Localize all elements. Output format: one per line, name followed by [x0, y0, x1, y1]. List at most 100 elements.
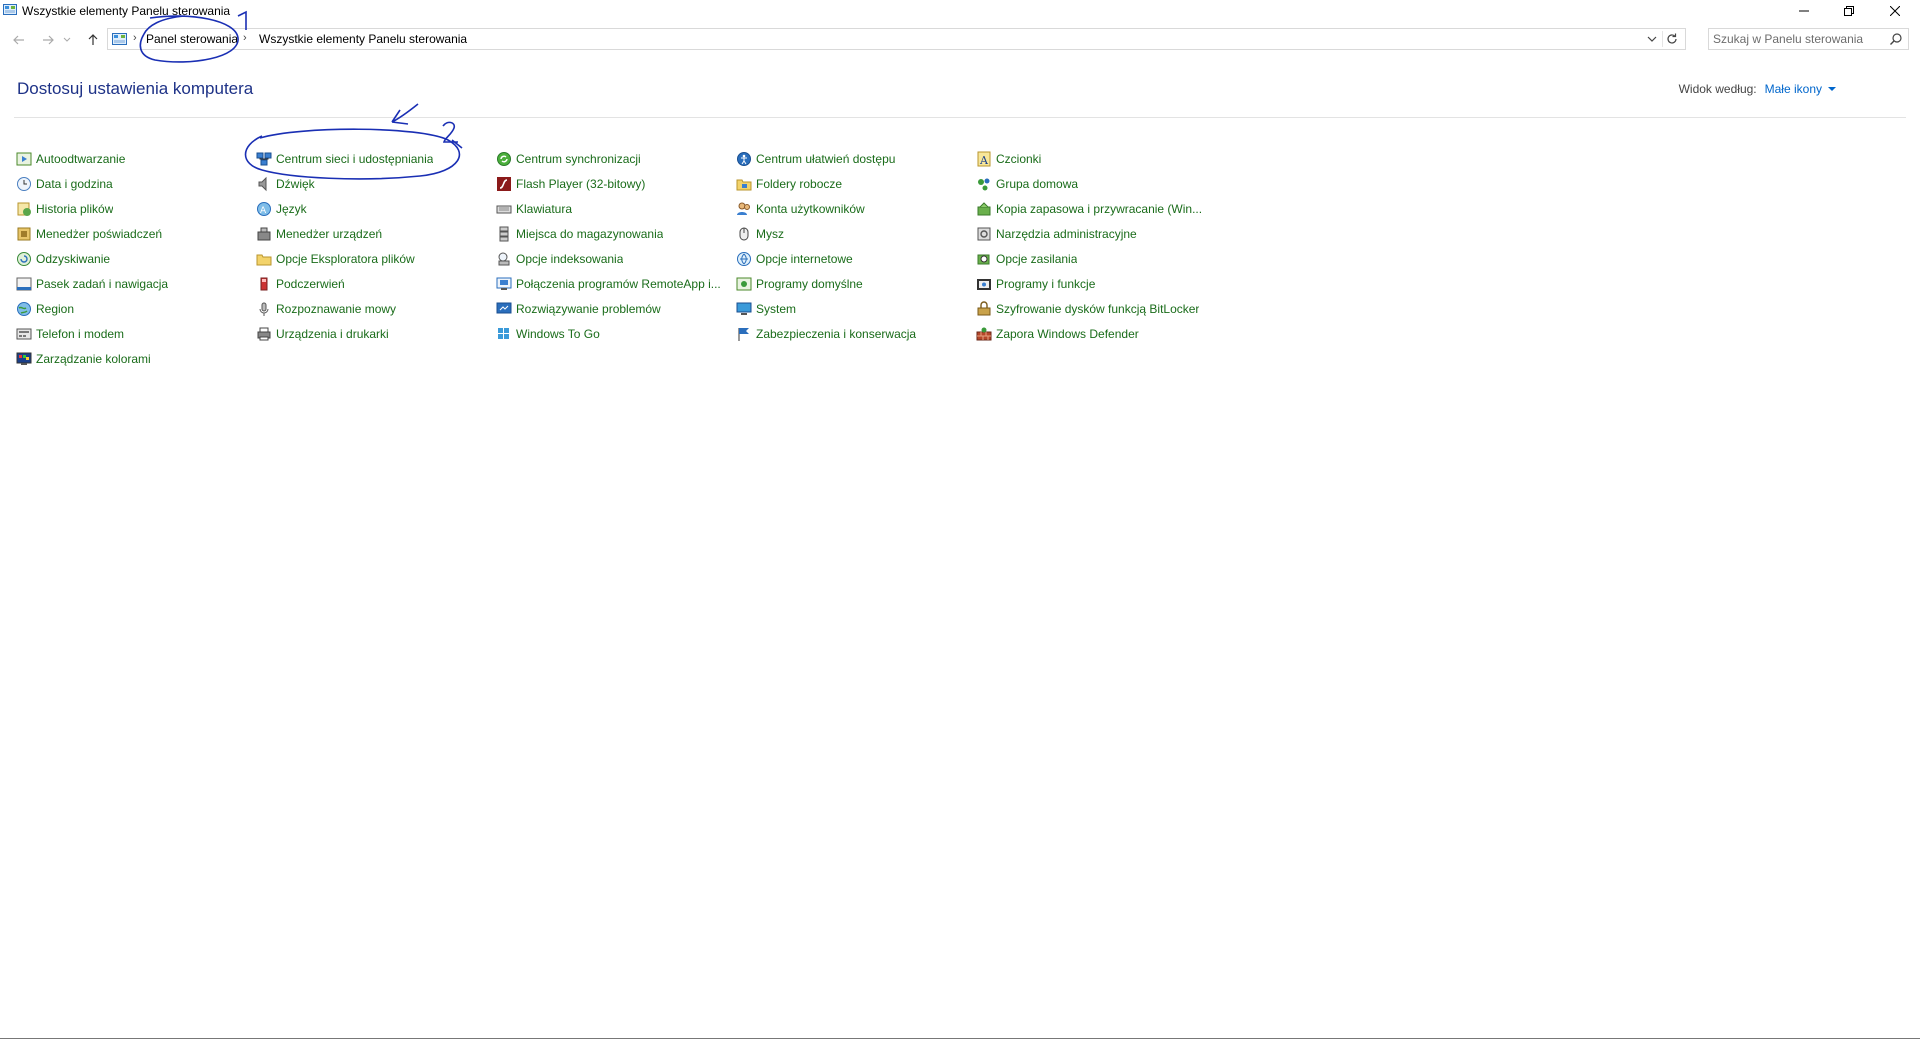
control-panel-item[interactable]: Centrum synchronizacji [496, 146, 736, 171]
default-programs-icon [736, 276, 752, 292]
control-panel-item-label: Odzyskiwanie [36, 251, 111, 266]
recent-locations-button[interactable] [61, 28, 73, 52]
control-panel-item[interactable]: A Język [256, 196, 496, 221]
control-panel-item[interactable]: Kopia zapasowa i przywracanie (Win... [976, 196, 1216, 221]
control-panel-item[interactable]: Odzyskiwanie [16, 246, 256, 271]
recovery-icon [16, 251, 32, 267]
breadcrumb-all-items[interactable]: Wszystkie elementy Panelu sterowania [259, 32, 467, 46]
control-panel-item-label: Region [36, 301, 75, 316]
speaker-icon [256, 176, 272, 192]
forward-button[interactable] [37, 28, 59, 52]
control-panel-item-label: Pasek zadań i nawigacja [36, 276, 169, 291]
items-column-4: Centrum ułatwień dostępu Foldery robocze K… [736, 146, 976, 371]
sync-icon [496, 151, 512, 167]
control-panel-item[interactable]: Rozpoznawanie mowy [256, 296, 496, 321]
globe-icon [16, 301, 32, 317]
control-panel-item[interactable]: Zapora Windows Defender [976, 321, 1216, 346]
control-panel-item[interactable]: Połączenia programów RemoteApp i... [496, 271, 736, 296]
search-input[interactable] [1713, 31, 1883, 47]
control-panel-item[interactable]: Klawiatura [496, 196, 736, 221]
view-by: Widok według: Małe ikony [1679, 82, 1836, 96]
bitlocker-icon [976, 300, 992, 317]
control-panel-item[interactable]: Programy domyślne [736, 271, 976, 296]
control-panel-item-label: Opcje zasilania [996, 251, 1078, 266]
flag-icon [736, 326, 752, 342]
control-panel-item[interactable]: Centrum sieci i udostępniania [256, 146, 496, 171]
file-history-icon [16, 201, 32, 217]
arrow-right-icon [43, 35, 54, 45]
control-panel-item[interactable]: Zarządzanie kolorami [16, 346, 256, 371]
control-panel-item-label: Menedżer urządzeń [276, 226, 383, 241]
svg-text:A: A [979, 154, 989, 167]
up-button[interactable] [82, 28, 104, 52]
control-panel-item-label: Dźwięk [276, 176, 315, 191]
control-panel-icon [3, 4, 17, 15]
windows-to-go-icon [496, 326, 512, 342]
minimize-button[interactable] [1781, 0, 1827, 22]
control-panel-item-label: Data i godzina [36, 176, 113, 191]
admin-tools-icon [976, 226, 992, 242]
work-folders-icon [736, 176, 752, 192]
control-panel-item[interactable]: Mysz [736, 221, 976, 246]
homegroup-icon [976, 176, 992, 192]
control-panel-item[interactable]: Narzędzia administracyjne [976, 221, 1216, 246]
items-column-2: Centrum sieci i udostępniania Dźwięk A Języ… [256, 146, 496, 371]
view-by-dropdown[interactable]: Małe ikony [1765, 82, 1822, 96]
control-panel-item[interactable]: Menedżer urządzeń [256, 221, 496, 246]
control-panel-item[interactable]: Grupa domowa [976, 171, 1216, 196]
control-panel-item[interactable]: Opcje indeksowania [496, 246, 736, 271]
breadcrumb-separator-icon[interactable]: › [133, 32, 137, 44]
window-title: Wszystkie elementy Panelu sterowania [22, 4, 231, 18]
control-panel-item-label: Język [276, 201, 307, 216]
control-panel-item[interactable]: A Czcionki [976, 146, 1216, 171]
back-button[interactable] [8, 28, 30, 52]
taskbar-icon [16, 276, 32, 292]
control-panel-item[interactable]: Miejsca do magazynowania [496, 221, 736, 246]
control-panel-item-label: Klawiatura [516, 201, 573, 216]
close-button[interactable] [1872, 0, 1918, 22]
caret-down-icon[interactable] [1828, 87, 1836, 91]
control-panel-item[interactable]: Region [16, 296, 256, 321]
address-bar[interactable]: › Panel sterowania › Wszystkie elementy … [107, 28, 1686, 50]
users-icon [736, 201, 752, 217]
search-box[interactable] [1708, 28, 1909, 50]
control-panel-item[interactable]: Opcje zasilania [976, 246, 1216, 271]
control-panel-item[interactable]: Rozwiązywanie problemów [496, 296, 736, 321]
control-panel-item[interactable]: Konta użytkowników [736, 196, 976, 221]
control-panel-item[interactable]: Data i godzina [16, 171, 256, 196]
infrared-icon [256, 276, 272, 292]
control-panel-item[interactable]: Windows To Go [496, 321, 736, 346]
control-panel-item[interactable]: Pasek zadań i nawigacja [16, 271, 256, 296]
control-panel-item[interactable]: Historia plików [16, 196, 256, 221]
control-panel-item[interactable]: Menedżer poświadczeń [16, 221, 256, 246]
control-panel-item[interactable]: Autoodtwarzanie [16, 146, 256, 171]
control-panel-item[interactable]: Centrum ułatwień dostępu [736, 146, 976, 171]
control-panel-item[interactable]: Podczerwień [256, 271, 496, 296]
refresh-icon[interactable] [1664, 31, 1680, 47]
control-panel-item[interactable]: Opcje Eksploratora plików [256, 246, 496, 271]
keyboard-icon [496, 201, 512, 217]
control-panel-item[interactable]: Flash Player (32-bitowy) [496, 171, 736, 196]
control-panel-item[interactable]: System [736, 296, 976, 321]
arrow-up-icon [88, 34, 98, 45]
control-panel-item[interactable]: Opcje internetowe [736, 246, 976, 271]
title-bar: Wszystkie elementy Panelu sterowania [0, 0, 1920, 22]
control-panel-item-label: Zabezpieczenia i konserwacja [756, 326, 917, 341]
control-panel-item[interactable]: Szyfrowanie dysków funkcją BitLocker [976, 296, 1216, 321]
control-panel-item[interactable]: Programy i funkcje [976, 271, 1216, 296]
restore-button[interactable] [1826, 0, 1872, 22]
control-panel-item[interactable]: Zabezpieczenia i konserwacja [736, 321, 976, 346]
clock-icon [16, 176, 32, 192]
control-panel-item[interactable]: Telefon i modem [16, 321, 256, 346]
chevron-down-icon[interactable] [1645, 32, 1659, 46]
control-panel-item-label: Zapora Windows Defender [996, 326, 1139, 341]
control-panel-item-label: Programy domyślne [756, 276, 863, 291]
breadcrumb-panel-sterowania[interactable]: Panel sterowania [146, 32, 238, 46]
control-panel-item-label: Autoodtwarzanie [36, 151, 126, 166]
search-icon[interactable] [1889, 32, 1903, 46]
breadcrumb-separator-icon[interactable]: › [243, 32, 247, 44]
control-panel-item[interactable]: Foldery robocze [736, 171, 976, 196]
control-panel-item[interactable]: Dźwięk [256, 171, 496, 196]
control-panel-item[interactable]: Urządzenia i drukarki [256, 321, 496, 346]
items-column-1: Autoodtwarzanie Data i godzina Historia pl… [16, 146, 256, 371]
